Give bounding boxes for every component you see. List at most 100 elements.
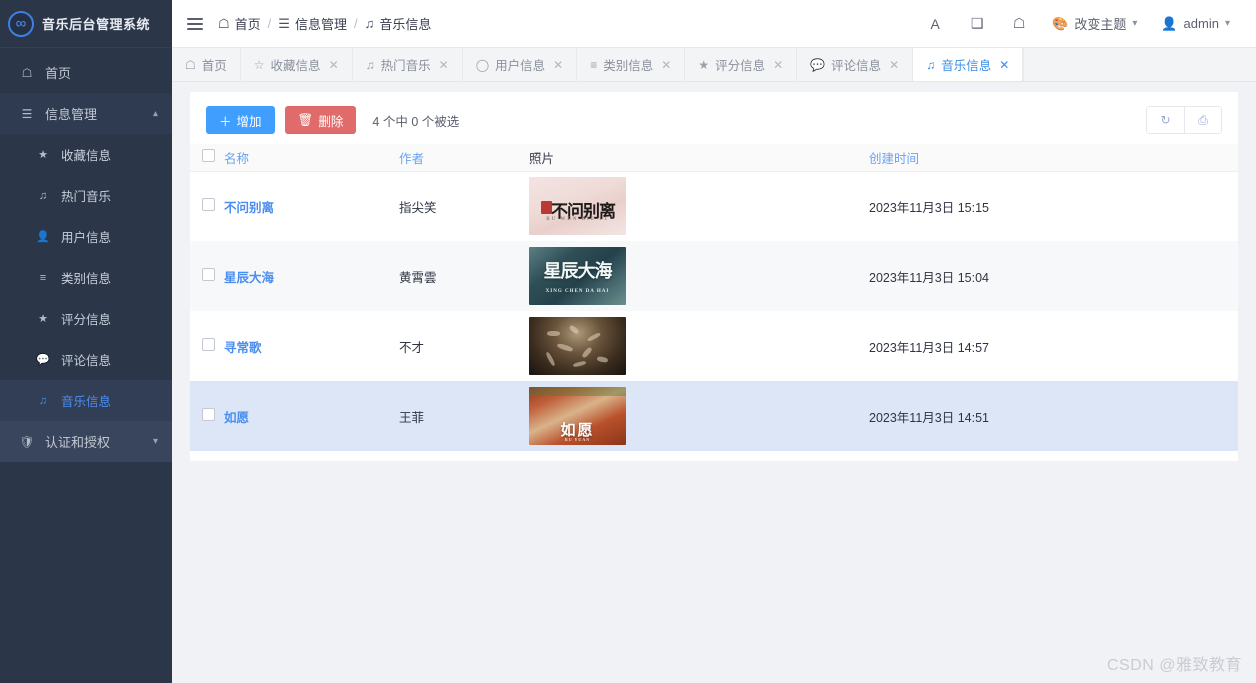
sidebar-item-hotmusic[interactable]: ♫ 热门音乐 [0, 175, 172, 216]
star-icon: ☆ [253, 57, 265, 72]
chevron-down-icon: ▾ [1224, 18, 1230, 29]
selection-count: 4 个中 0 个被选 [372, 114, 460, 129]
row-checkbox[interactable] [202, 338, 215, 351]
tab-music[interactable]: ♫ 音乐信息 ✕ [913, 48, 1024, 81]
refresh-icon[interactable]: ↻ [1147, 107, 1184, 133]
close-icon[interactable]: ✕ [661, 58, 671, 72]
column-header-author[interactable]: 作者 [399, 144, 529, 172]
breadcrumb-item-music[interactable]: ♫ 音乐信息 [365, 14, 432, 33]
user-label: admin [1183, 16, 1219, 31]
sidebar-item-music[interactable]: ♫ 音乐信息 [0, 380, 172, 421]
add-button[interactable]: ＋ 增加 [206, 106, 275, 134]
select-all-checkbox[interactable] [202, 149, 215, 163]
table-row[interactable]: 如愿 王菲 如愿 RU YUAN 2023年11月3日 14:51 [190, 381, 1238, 451]
cell-time: 2023年11月3日 14:57 [869, 340, 989, 355]
user-menu[interactable]: 👤 admin ▾ [1149, 0, 1242, 48]
row-select-cell [190, 241, 224, 311]
tab-hotmusic[interactable]: ♫ 热门音乐 ✕ [352, 48, 463, 81]
palette-icon: 🎨 [1052, 15, 1069, 31]
column-header-name[interactable]: 名称 [224, 144, 399, 172]
add-button-label: 增加 [236, 114, 262, 129]
user-icon: ◯ [475, 57, 490, 72]
cell-photo [529, 311, 869, 381]
star-icon: ★ [698, 57, 710, 72]
tab-bar: ☖ 首页 ☆ 收藏信息 ✕ ♫ 热门音乐 ✕ ◯ 用户信息 ✕ ≡ 类别信息 ✕ [172, 48, 1256, 82]
table-header-row: 名称 作者 照片 创建时间 [190, 144, 1238, 172]
music-table: 名称 作者 照片 创建时间 不问别离 指尖笑 不问别离 BU WEN BIE L… [190, 144, 1238, 451]
music-name-link[interactable]: 如愿 [224, 411, 249, 425]
close-icon[interactable]: ✕ [553, 58, 563, 72]
theme-switcher[interactable]: 🎨 改变主题 ▾ [1040, 0, 1149, 48]
sidebar-item-label: 用户信息 [61, 231, 112, 245]
row-checkbox[interactable] [202, 268, 215, 281]
cell-photo: 如愿 RU YUAN [529, 381, 869, 451]
music-note-icon: ♫ [364, 16, 375, 31]
font-size-button[interactable]: A [914, 0, 956, 48]
brand[interactable]: ∞ 音乐后台管理系统 [0, 0, 172, 48]
sidebar-item-comment[interactable]: 💬 评论信息 [0, 339, 172, 380]
music-name-link[interactable]: 星辰大海 [224, 271, 274, 285]
close-icon[interactable]: ✕ [889, 58, 899, 72]
columns-icon[interactable]: ⎙ [1184, 107, 1221, 133]
tab-comment[interactable]: 💬 评论信息 ✕ [797, 48, 914, 81]
row-select-cell [190, 381, 224, 451]
tab-category[interactable]: ≡ 类别信息 ✕ [577, 48, 686, 81]
album-thumbnail[interactable]: 不问别离 BU WEN BIE LI [529, 177, 626, 236]
album-thumbnail[interactable] [529, 317, 626, 375]
tab-user[interactable]: ◯ 用户信息 ✕ [462, 48, 578, 81]
cell-author: 指尖笑 [399, 200, 437, 215]
cell-photo: 不问别离 BU WEN BIE LI [529, 171, 869, 241]
table-toolbar: ＋ 增加 🗑 删除 4 个中 0 个被选 ↻ ⎙ [190, 92, 1238, 144]
table-row[interactable]: 星辰大海 黄霄雲 星辰大海 XING CHEN DA HAI 2023年11月3… [190, 241, 1238, 311]
row-checkbox[interactable] [202, 408, 215, 421]
chevron-up-icon: ▾ [152, 108, 158, 119]
close-icon[interactable]: ✕ [773, 58, 783, 72]
sidebar-group-header-info[interactable]: ☰ 信息管理 ▾ [0, 93, 172, 134]
column-header-time[interactable]: 创建时间 [869, 144, 1238, 172]
sidebar-item-rating[interactable]: ★ 评分信息 [0, 298, 172, 339]
sidebar: ∞ 音乐后台管理系统 ☖ 首页 ☰ 信息管理 ▾ ★ 收藏信息 ♫ 热门音乐 👤… [0, 0, 172, 683]
sidebar-item-category[interactable]: ≡ 类别信息 [0, 257, 172, 298]
theme-label: 改变主题 [1074, 17, 1127, 32]
music-name-link[interactable]: 寻常歌 [224, 341, 262, 355]
thumbnail-subtitle: XING CHEN DA HAI [545, 289, 610, 294]
tab-label: 类别信息 [603, 59, 654, 73]
cell-time: 2023年11月3日 15:04 [869, 270, 989, 285]
home-icon[interactable]: ☖ [998, 0, 1040, 48]
breadcrumb-item-home[interactable]: ☖ 首页 [218, 14, 261, 33]
user-icon: 👤 [36, 231, 50, 243]
database-icon: ☰ [21, 106, 33, 121]
tab-rating[interactable]: ★ 评分信息 ✕ [685, 48, 798, 81]
brand-title: 音乐后台管理系统 [42, 17, 151, 32]
album-thumbnail[interactable]: 如愿 RU YUAN [529, 387, 626, 445]
breadcrumb-separator: / [353, 16, 358, 31]
cell-name: 如愿 [224, 381, 399, 451]
tab-home[interactable]: ☖ 首页 [172, 48, 241, 81]
sidebar-item-home[interactable]: ☖ 首页 [0, 52, 172, 93]
table-body: 不问别离 指尖笑 不问别离 BU WEN BIE LI 2023年11月3日 1… [190, 171, 1238, 451]
user-icon: 👤 [1161, 15, 1178, 31]
close-icon[interactable]: ✕ [329, 58, 339, 72]
breadcrumb-item-info[interactable]: ☰ 信息管理 [278, 14, 347, 33]
select-all-header [190, 144, 224, 172]
cell-photo: 星辰大海 XING CHEN DA HAI [529, 241, 869, 311]
close-icon[interactable]: ✕ [439, 58, 449, 72]
sidebar-item-collect[interactable]: ★ 收藏信息 [0, 134, 172, 175]
cell-name: 星辰大海 [224, 241, 399, 311]
table-row[interactable]: 寻常歌 不才 2023年11月3日 14:57 [190, 311, 1238, 381]
tab-label: 首页 [201, 59, 227, 73]
album-thumbnail[interactable]: 星辰大海 XING CHEN DA HAI [529, 247, 626, 305]
close-icon[interactable]: ✕ [999, 58, 1009, 72]
hamburger-icon[interactable] [182, 14, 208, 34]
music-note-icon: ♫ [926, 57, 936, 72]
table-row[interactable]: 不问别离 指尖笑 不问别离 BU WEN BIE LI 2023年11月3日 1… [190, 171, 1238, 241]
sidebar-item-label: 评分信息 [61, 313, 112, 327]
expand-icon[interactable]: ❑ [956, 0, 998, 48]
sidebar-group-header-auth[interactable]: 🛡 认证和授权 ▾ [0, 421, 172, 462]
music-name-link[interactable]: 不问别离 [224, 201, 274, 215]
tab-collect[interactable]: ☆ 收藏信息 ✕ [240, 48, 353, 81]
home-icon: ☖ [185, 57, 196, 72]
sidebar-item-user[interactable]: 👤 用户信息 [0, 216, 172, 257]
row-checkbox[interactable] [202, 198, 215, 212]
delete-button[interactable]: 🗑 删除 [284, 106, 357, 134]
